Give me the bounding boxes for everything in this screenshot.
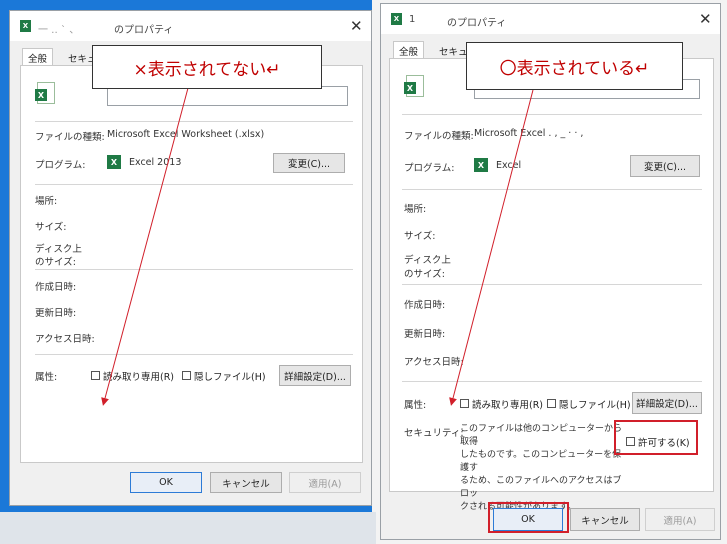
ok-highlight-box xyxy=(488,502,569,533)
left-arrow xyxy=(101,87,189,406)
left-callout: ×表示されてない↵ xyxy=(92,45,322,89)
right-arrow xyxy=(449,89,534,406)
right-callout: 〇表示されている↵ xyxy=(466,42,683,90)
allow-highlight-box xyxy=(614,420,698,455)
